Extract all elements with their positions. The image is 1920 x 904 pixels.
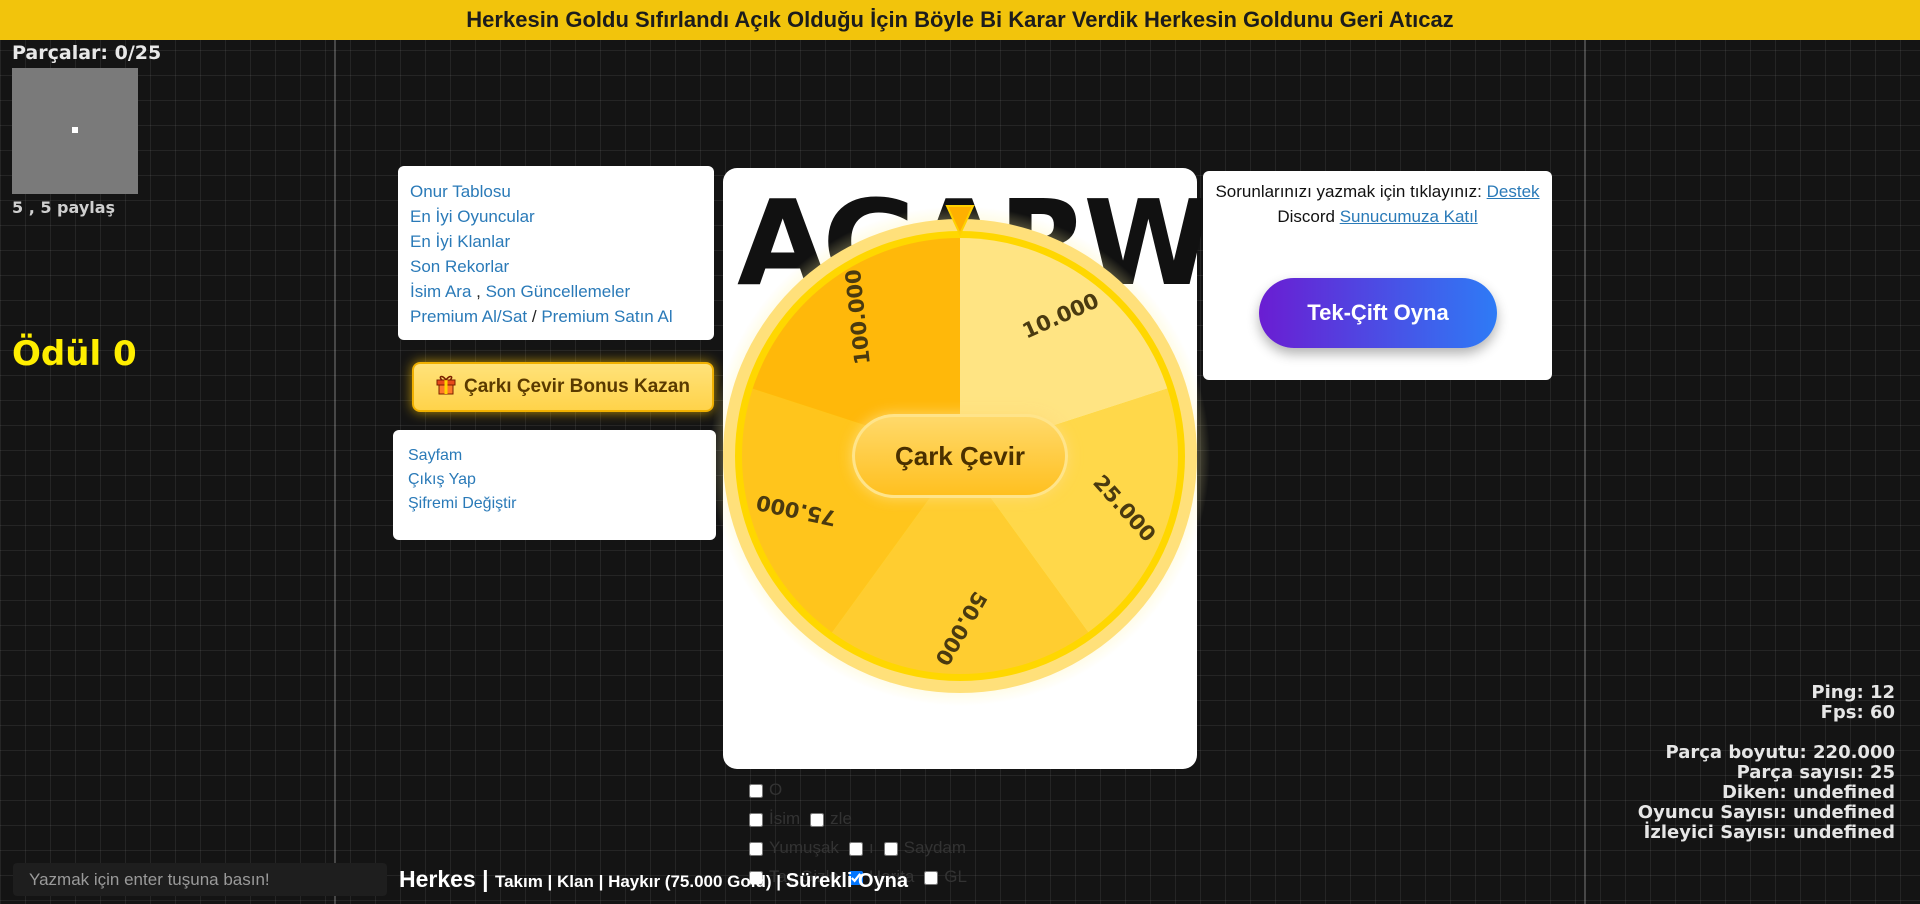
option-row2-1[interactable]: zle — [810, 809, 852, 828]
parts-counter: Parçalar: 0/25 — [12, 42, 162, 64]
mode-continuous-play[interactable]: Sürekli Oyna — [786, 870, 908, 892]
option-row3-2[interactable]: Saydam — [883, 838, 967, 857]
menu-links-panel: Onur Tablosu En İyi Oyuncular En İyi Kla… — [398, 166, 714, 340]
premium-buy-link[interactable]: Premium Satın Al — [541, 307, 672, 326]
option-row4-2[interactable]: GL — [924, 867, 967, 886]
announcement-text: Herkesin Goldu Sıfırlandı Açık Olduğu İç… — [466, 7, 1454, 32]
reward-counter: Ödül 0 — [12, 334, 137, 374]
spin-bonus-label: Çarkı Çevir Bonus Kazan — [464, 376, 690, 397]
last-updates-link[interactable]: Son Güncellemeler — [486, 282, 631, 301]
option-row3-0[interactable]: Yumuşak — [749, 838, 839, 857]
fps-readout: Fps: 60 — [1820, 702, 1895, 723]
part-count-readout: Parça sayısı: 25 — [1736, 762, 1895, 783]
grid-border-left — [334, 40, 336, 904]
mode-separator: | — [771, 872, 786, 891]
separator-slash: / — [527, 307, 542, 326]
player-count-readout: Oyuncu Sayısı: undefined — [1637, 802, 1895, 823]
mode-shout[interactable]: Haykır (75.000 Gold) — [608, 872, 771, 891]
option-label: GL — [944, 867, 967, 886]
support-panel: Sorunlarınızı yazmak için tıklayınız: De… — [1203, 171, 1552, 380]
chat-mode-bar: Herkes | Takım | Klan | Haykır (75.000 G… — [399, 866, 908, 893]
logout-link[interactable]: Çıkış Yap — [408, 471, 476, 488]
spin-wheel-button[interactable]: Çark Çevir — [852, 414, 1068, 498]
top-clans-link[interactable]: En İyi Klanlar — [410, 232, 510, 251]
option-label: zle — [830, 809, 852, 828]
player-position-marker — [72, 127, 78, 133]
option-label: O — [769, 780, 783, 799]
option-checkbox[interactable] — [749, 783, 763, 798]
option-label: Saydam — [903, 838, 967, 857]
top-players-link[interactable]: En İyi Oyuncular — [410, 207, 535, 226]
options-row-1: O — [749, 780, 792, 800]
premium-buysell-link[interactable]: Premium Al/Sat — [410, 307, 527, 326]
hud-left: Parçalar: 0/25 5 , 5 paylaş — [12, 42, 161, 217]
options-row-3: Yumuşak ı Saydam — [749, 838, 976, 858]
option-label: Yumuşak — [769, 838, 839, 857]
mode-all[interactable]: Herkes — [399, 866, 476, 892]
spike-readout: Diken: undefined — [1721, 782, 1895, 803]
mode-team[interactable]: Takım — [495, 872, 543, 891]
mode-clan[interactable]: Klan — [557, 872, 594, 891]
spin-bonus-button[interactable]: Çarkı Çevir Bonus Kazan — [412, 362, 714, 412]
option-checkbox[interactable] — [749, 812, 763, 827]
viewer-count-readout: İzleyici Sayısı: undefined — [1643, 822, 1895, 843]
option-row1-0[interactable]: O — [749, 780, 782, 799]
chat-input[interactable] — [13, 863, 387, 896]
odd-even-play-button[interactable]: Tek-Çift Oyna — [1259, 278, 1497, 348]
coordinates-share[interactable]: 5 , 5 paylaş — [12, 198, 161, 217]
option-checkbox[interactable] — [749, 841, 763, 856]
support-text: Sorunlarınızı yazmak için tıklayınız: — [1215, 182, 1482, 201]
mode-separator: | — [542, 872, 558, 891]
announcement-banner: Herkesin Goldu Sıfırlandı Açık Olduğu İç… — [0, 0, 1920, 40]
my-page-link[interactable]: Sayfam — [408, 447, 462, 464]
separator-comma: , — [471, 282, 486, 301]
option-row3-1[interactable]: ı — [848, 838, 874, 857]
discord-text: Discord — [1277, 207, 1335, 226]
options-row-2: İsim zle — [749, 809, 862, 829]
option-checkbox[interactable] — [883, 841, 898, 856]
option-label: İsim — [769, 809, 801, 828]
discord-link[interactable]: Sunucumuza Katıl — [1340, 207, 1478, 226]
support-link[interactable]: Destek — [1487, 182, 1540, 201]
gift-icon — [436, 373, 456, 401]
option-checkbox[interactable] — [924, 870, 939, 885]
mode-separator: | — [593, 872, 609, 891]
minimap — [12, 68, 138, 194]
account-links-panel: Sayfam Çıkış Yap Şifremi Değiştir — [393, 430, 716, 540]
option-label: ı — [868, 838, 874, 857]
option-checkbox[interactable] — [810, 812, 825, 827]
grid-border-right — [1584, 40, 1586, 904]
last-records-link[interactable]: Son Rekorlar — [410, 257, 509, 276]
mode-separator: | — [475, 866, 495, 892]
leaderboard-link[interactable]: Onur Tablosu — [410, 182, 511, 201]
option-checkbox[interactable] — [848, 841, 863, 856]
game-stats: Parça boyutu: 220.000 Parça sayısı: 25 D… — [1638, 743, 1895, 843]
ping-readout: Ping: 12 — [1811, 682, 1895, 703]
change-password-link[interactable]: Şifremi Değiştir — [408, 495, 516, 512]
network-stats: Ping: 12 Fps: 60 — [1811, 683, 1895, 723]
option-row2-0[interactable]: İsim — [749, 809, 800, 828]
part-size-readout: Parça boyutu: 220.000 — [1665, 742, 1895, 763]
name-search-link[interactable]: İsim Ara — [410, 282, 471, 301]
